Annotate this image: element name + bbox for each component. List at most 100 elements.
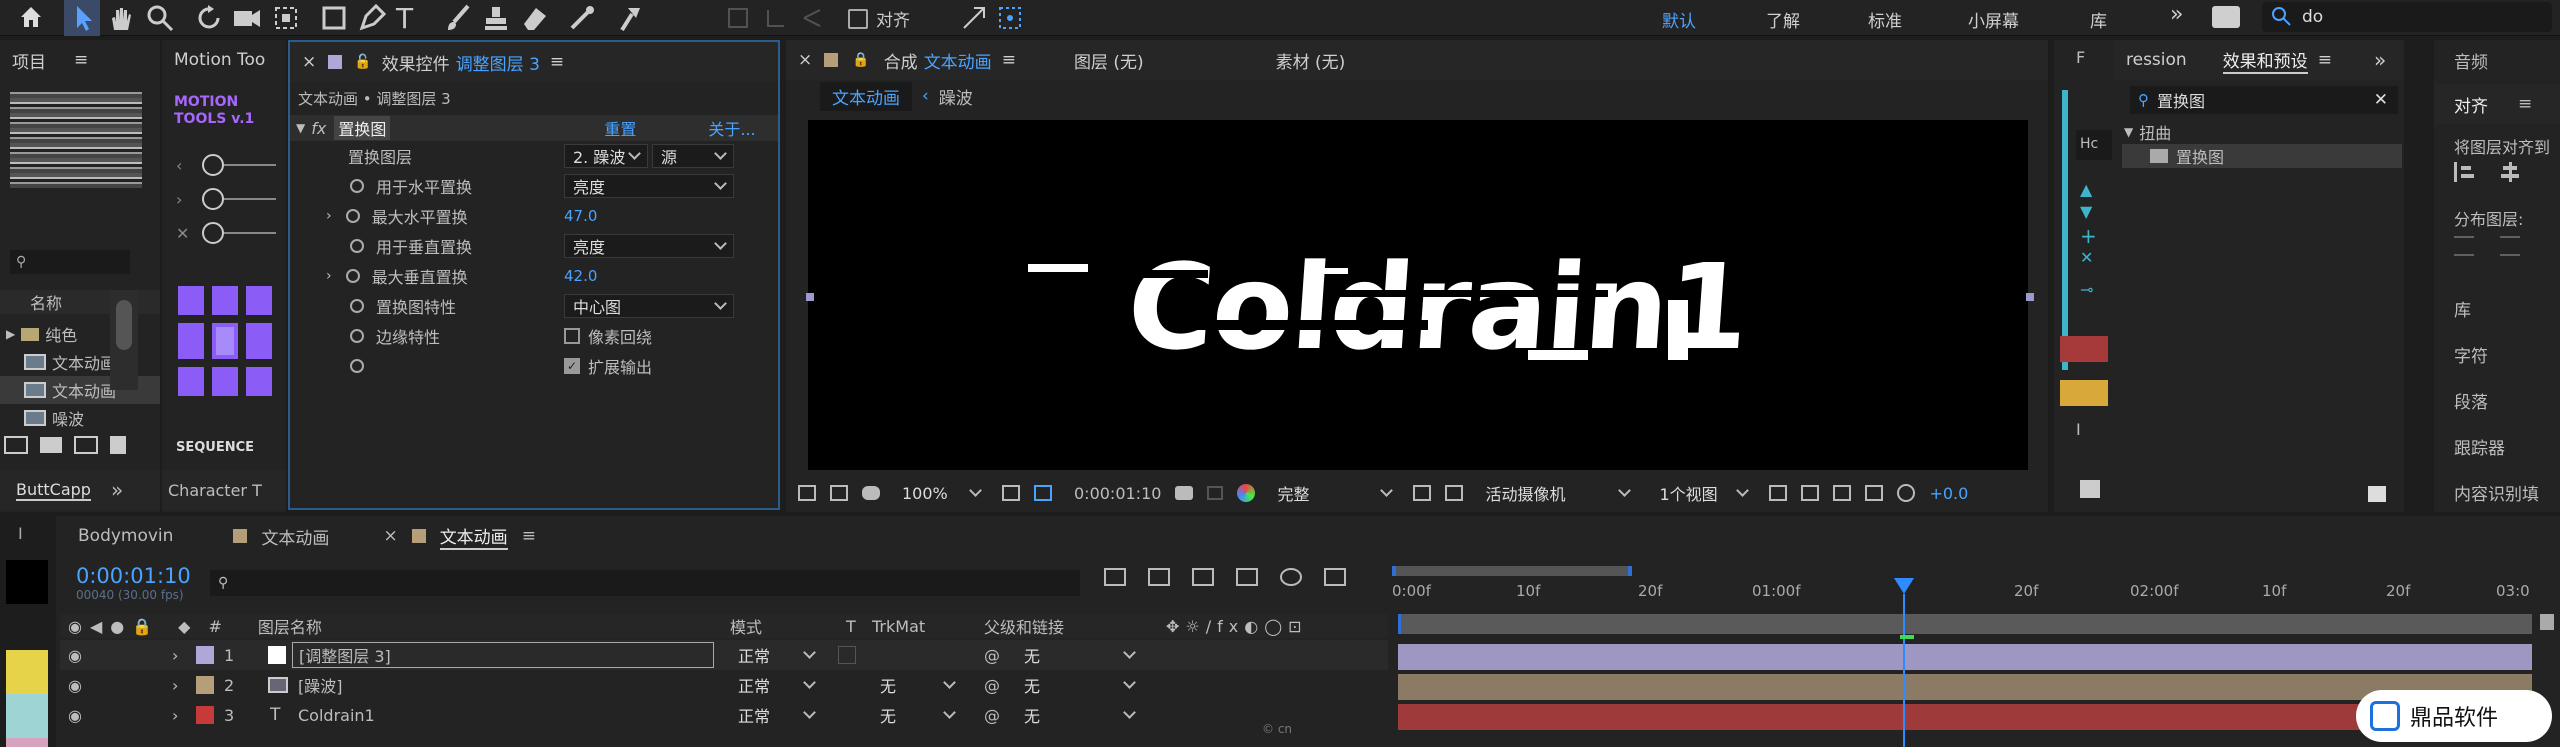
overflow-icon[interactable]: » bbox=[2374, 48, 2386, 72]
panel-menu-icon[interactable]: ≡ bbox=[2518, 94, 2532, 114]
checkbox[interactable] bbox=[564, 328, 580, 344]
workspace-small-screen[interactable]: 小屏幕 bbox=[1968, 7, 2019, 32]
distribute-center-icon[interactable] bbox=[2500, 236, 2520, 256]
slider-row[interactable]: ✕ bbox=[176, 216, 276, 250]
workspace-library[interactable]: 库 bbox=[2090, 7, 2107, 32]
panel-character[interactable]: 字符 bbox=[2454, 342, 2488, 367]
solo-column-icon[interactable]: ● bbox=[110, 617, 124, 636]
eraser-tool-icon[interactable] bbox=[520, 4, 548, 37]
comp-mini-flowchart-icon[interactable] bbox=[1104, 568, 1126, 586]
slider-knob[interactable] bbox=[202, 188, 224, 210]
panel-menu-icon[interactable]: ≡ bbox=[550, 52, 564, 72]
anchor-right[interactable] bbox=[246, 322, 272, 360]
canvas-handle-right[interactable] bbox=[2026, 293, 2034, 301]
stopwatch-icon[interactable] bbox=[350, 299, 364, 313]
hand-tool-icon[interactable] bbox=[106, 4, 134, 37]
workspace-overflow-button[interactable]: » bbox=[2170, 2, 2183, 27]
slider-knob[interactable] bbox=[202, 154, 224, 176]
workspace-learn[interactable]: 了解 bbox=[1766, 7, 1800, 32]
home-icon[interactable] bbox=[18, 4, 44, 30]
mode-header[interactable]: 模式 bbox=[730, 614, 762, 638]
stopwatch-icon[interactable] bbox=[350, 359, 364, 373]
region-icon[interactable] bbox=[1413, 485, 1432, 501]
stopwatch-icon[interactable] bbox=[350, 179, 364, 193]
sequence-button[interactable]: SEQUENCE bbox=[176, 440, 254, 455]
timeline-strip-tab[interactable]: I bbox=[0, 516, 56, 551]
eye-icon[interactable]: ◉ bbox=[68, 676, 82, 695]
trkmat-select[interactable]: 无 bbox=[872, 703, 962, 727]
color-channels-icon[interactable] bbox=[1237, 484, 1256, 502]
tab-text-animation-2[interactable]: 文本动画 bbox=[439, 523, 508, 550]
anchor-top-left[interactable] bbox=[178, 286, 204, 315]
info-mini-field[interactable]: Hc bbox=[2076, 130, 2112, 160]
expand-chevron-icon[interactable]: › bbox=[172, 646, 178, 665]
chevron-right-icon[interactable]: › bbox=[326, 208, 332, 224]
panel-menu-icon[interactable]: ≡ bbox=[522, 526, 536, 546]
stopwatch-icon[interactable] bbox=[345, 269, 360, 283]
world-axis-icon[interactable] bbox=[800, 6, 824, 35]
workspace-standard[interactable]: 标准 bbox=[1868, 7, 1902, 32]
draft-3d-icon[interactable] bbox=[1148, 568, 1170, 586]
help-search-field[interactable]: do bbox=[2262, 2, 2552, 32]
timeline-timecode[interactable]: 0:00:01:10 bbox=[76, 564, 191, 588]
breadcrumb-next[interactable]: 躁波 bbox=[939, 84, 973, 109]
align-left-icon[interactable] bbox=[2454, 162, 2474, 182]
trkmat-select[interactable]: 无 bbox=[872, 673, 962, 697]
distribute-top-icon[interactable] bbox=[2454, 236, 2474, 256]
anchor-top[interactable] bbox=[212, 286, 238, 315]
pickwhip-icon[interactable]: @ bbox=[984, 676, 1000, 695]
audio-column-icon[interactable]: ◀ bbox=[90, 617, 102, 636]
title-safe-icon[interactable] bbox=[1034, 485, 1052, 501]
show-snapshot-icon[interactable] bbox=[1207, 486, 1224, 500]
pan-behind-tool-icon[interactable] bbox=[272, 4, 300, 37]
composition-name[interactable]: 文本动画 bbox=[924, 48, 992, 73]
effect-controls-layer[interactable]: 调整图层 3 bbox=[456, 50, 540, 75]
lock-icon[interactable]: 🔒 bbox=[852, 52, 869, 68]
table-row[interactable]: ◉ › 1 [调整图层 3] 正常 @ 无 bbox=[60, 640, 1388, 670]
blend-mode-select[interactable]: 正常 bbox=[730, 673, 822, 697]
timeline-icon[interactable] bbox=[1833, 485, 1852, 501]
lock-column-icon[interactable]: 🔒 bbox=[132, 617, 152, 636]
vertical-displace-select[interactable]: 亮度 bbox=[564, 234, 734, 258]
reset-exposure-icon[interactable] bbox=[1897, 484, 1916, 502]
effects-category[interactable]: ▼ 扭曲 bbox=[2124, 120, 2171, 144]
checkbox-checked[interactable]: ✓ bbox=[564, 358, 580, 374]
panel-menu-icon[interactable]: ≡ bbox=[1002, 50, 1016, 70]
parent-select[interactable]: 无 bbox=[1016, 673, 1142, 697]
anchor-bottom-right[interactable] bbox=[246, 367, 272, 396]
stopwatch-icon[interactable] bbox=[345, 209, 360, 223]
composition-canvas[interactable]: Coldrain1 bbox=[808, 120, 2028, 470]
breadcrumb-active[interactable]: 文本动画 bbox=[820, 81, 912, 111]
parent-select[interactable]: 无 bbox=[1016, 643, 1142, 667]
layer-name[interactable]: [调整图层 3] bbox=[292, 642, 714, 668]
info-tab[interactable]: F bbox=[2076, 48, 2085, 67]
visibility-column-icon[interactable]: ◉ bbox=[68, 617, 82, 636]
workspace-default[interactable]: 默认 bbox=[1662, 7, 1696, 32]
tab-text-animation-1[interactable]: 文本动画 bbox=[261, 524, 329, 549]
parent-select[interactable]: 无 bbox=[1016, 703, 1142, 727]
tab-composition[interactable]: 合成 bbox=[884, 48, 918, 73]
lock-icon[interactable]: 🔓 bbox=[354, 54, 371, 70]
new-composition-icon[interactable] bbox=[74, 436, 98, 454]
tab-effects-presets[interactable]: 效果和预设 bbox=[2222, 47, 2308, 74]
frame-blending-icon[interactable] bbox=[1236, 568, 1258, 586]
max-horizontal-value[interactable]: 47.0 bbox=[564, 207, 597, 225]
grid-snap-icon[interactable] bbox=[996, 4, 1024, 37]
track-layer-1[interactable] bbox=[1398, 644, 2532, 670]
clone-stamp-tool-icon[interactable] bbox=[482, 4, 510, 37]
monitor-icon[interactable] bbox=[830, 485, 848, 501]
tab-align[interactable]: 对齐 bbox=[2454, 92, 2488, 117]
flowchart-icon[interactable] bbox=[1865, 485, 1884, 501]
wrap-pixels-toggle[interactable]: 像素回绕 bbox=[564, 324, 652, 348]
panel-tracker[interactable]: 跟踪器 bbox=[2454, 434, 2505, 459]
text-tool-icon[interactable]: T bbox=[396, 2, 413, 35]
slider-row[interactable]: ‹ bbox=[176, 148, 276, 182]
layer-label-color[interactable] bbox=[196, 676, 214, 694]
close-icon[interactable]: × bbox=[383, 526, 397, 546]
tab-buttcapp[interactable]: ButtCapp bbox=[16, 480, 91, 501]
stopwatch-icon[interactable] bbox=[350, 239, 364, 253]
puppet-tool-icon[interactable] bbox=[616, 4, 644, 37]
fx-toggle[interactable]: fx bbox=[311, 119, 326, 138]
cti-head-icon[interactable] bbox=[1894, 578, 1914, 594]
camera-select[interactable]: 活动摄像机 bbox=[1477, 481, 1638, 505]
